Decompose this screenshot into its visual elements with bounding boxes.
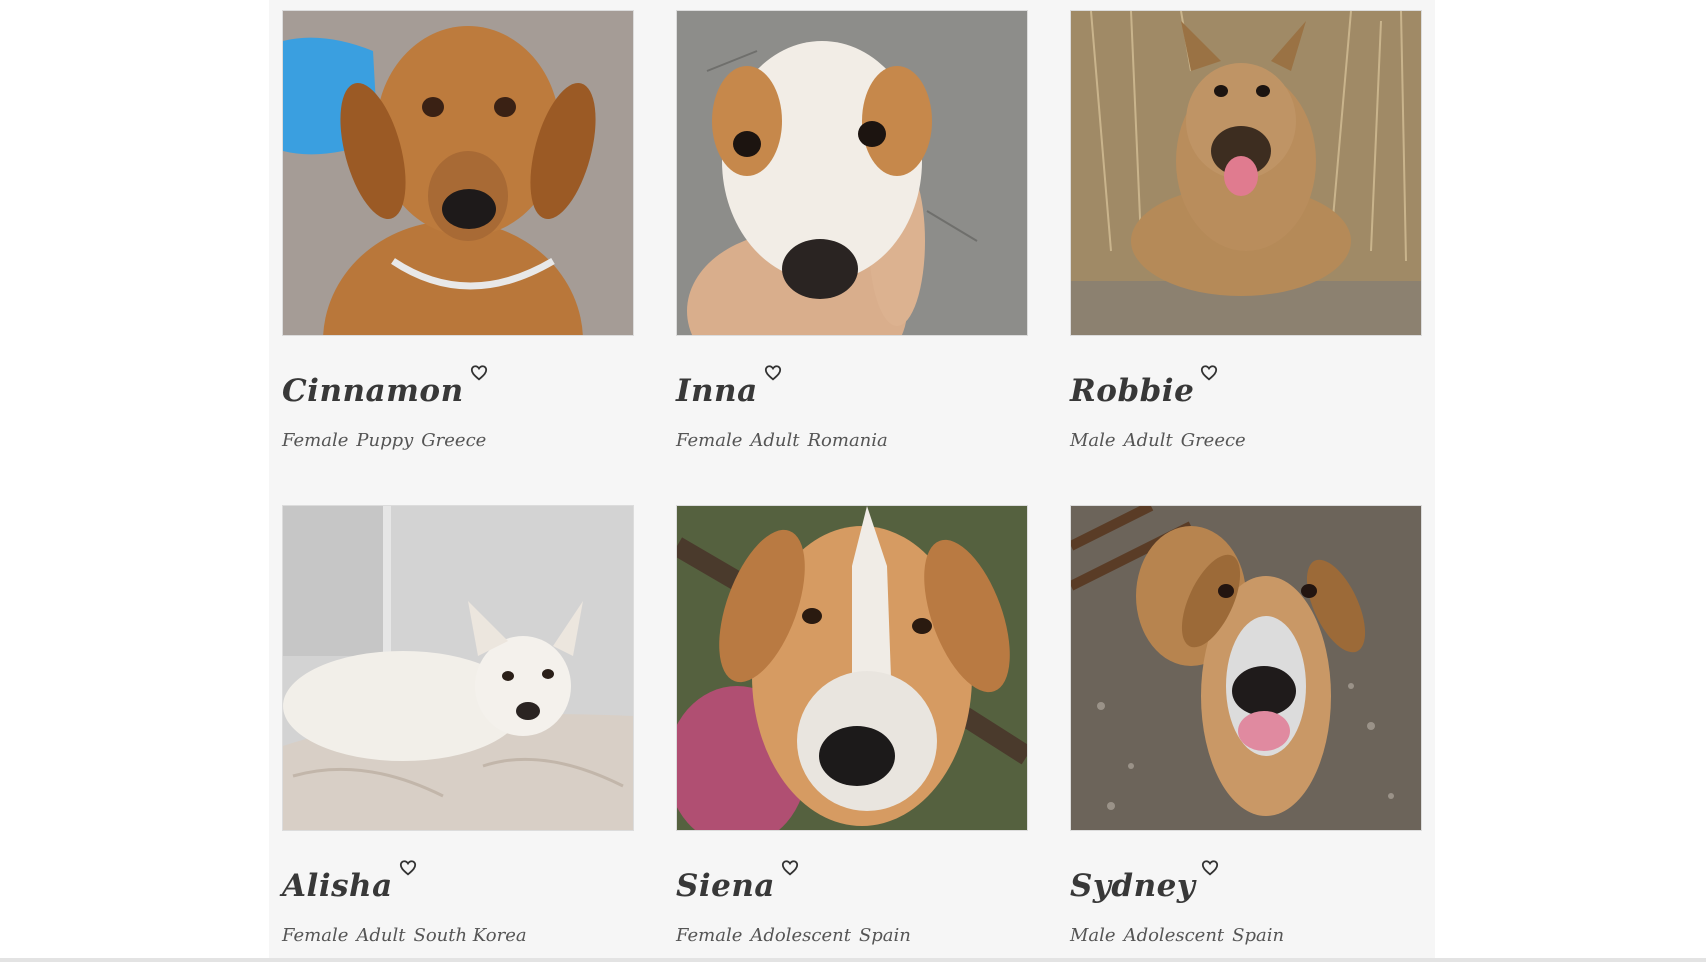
page-bottom-edge bbox=[0, 958, 1706, 962]
dog-age: Adolescent bbox=[1123, 925, 1225, 946]
dog-name-row: Cinnamon bbox=[282, 365, 634, 414]
dog-name-row: Inna bbox=[676, 365, 1028, 414]
dog-card-alisha[interactable]: Alisha Female Adult South Korea bbox=[282, 505, 634, 946]
dog-name-row: Sydney bbox=[1070, 860, 1422, 909]
dog-name[interactable]: Alisha bbox=[282, 863, 393, 909]
dog-sex: Male bbox=[1070, 430, 1116, 451]
dog-country: Spain bbox=[858, 925, 911, 946]
dog-card-siena[interactable]: Siena Female Adolescent Spain bbox=[676, 505, 1028, 946]
heart-outline-icon[interactable] bbox=[470, 364, 488, 382]
dog-card-inna[interactable]: Inna Female Adult Romania bbox=[676, 10, 1028, 451]
dog-name[interactable]: Robbie bbox=[1070, 368, 1194, 414]
dog-meta: Female Adolescent Spain bbox=[676, 925, 1028, 946]
dog-age: Adolescent bbox=[750, 925, 851, 946]
heart-outline-icon[interactable] bbox=[764, 364, 782, 382]
dog-name[interactable]: Sydney bbox=[1070, 863, 1195, 909]
dog-meta: Female Adult South Korea bbox=[282, 925, 634, 946]
dog-country: South Korea bbox=[413, 925, 527, 946]
dog-age: Adult bbox=[1123, 430, 1173, 451]
dog-name[interactable]: Siena bbox=[676, 863, 775, 909]
dog-card-cinnamon[interactable]: Cinnamon Female Puppy Greece bbox=[282, 10, 634, 451]
dog-name-row: Robbie bbox=[1070, 365, 1422, 414]
dog-age: Puppy bbox=[356, 430, 414, 451]
dog-meta: Male Adolescent Spain bbox=[1070, 925, 1422, 946]
dog-photo-siena-image bbox=[677, 506, 1027, 830]
dog-country: Spain bbox=[1232, 925, 1285, 946]
dog-photo-cinnamon-image bbox=[283, 11, 633, 335]
dog-photo-robbie[interactable] bbox=[1070, 10, 1422, 336]
dog-name-row: Siena bbox=[676, 860, 1028, 909]
dog-name[interactable]: Inna bbox=[676, 368, 758, 414]
dog-photo-inna-image bbox=[677, 11, 1027, 335]
dog-photo-cinnamon[interactable] bbox=[282, 10, 634, 336]
dog-name-row: Alisha bbox=[282, 860, 634, 909]
dog-sex: Female bbox=[282, 430, 349, 451]
dog-sex: Female bbox=[282, 925, 349, 946]
dog-photo-siena[interactable] bbox=[676, 505, 1028, 831]
dog-sex: Female bbox=[676, 430, 743, 451]
dog-grid-panel: Cinnamon Female Puppy Greece Inna Female… bbox=[269, 0, 1435, 962]
dog-country: Greece bbox=[421, 430, 487, 451]
heart-outline-icon[interactable] bbox=[1201, 859, 1219, 877]
dog-photo-inna[interactable] bbox=[676, 10, 1028, 336]
dog-card-robbie[interactable]: Robbie Male Adult Greece bbox=[1070, 10, 1422, 451]
dog-sex: Male bbox=[1070, 925, 1116, 946]
dog-age: Adult bbox=[356, 925, 406, 946]
dog-card-sydney[interactable]: Sydney Male Adolescent Spain bbox=[1070, 505, 1422, 946]
dog-photo-sydney[interactable] bbox=[1070, 505, 1422, 831]
dog-country: Romania bbox=[807, 430, 888, 451]
dog-name[interactable]: Cinnamon bbox=[282, 368, 464, 414]
dog-age: Adult bbox=[750, 430, 800, 451]
dog-photo-alisha[interactable] bbox=[282, 505, 634, 831]
dog-meta: Female Adult Romania bbox=[676, 430, 1028, 451]
dog-meta: Female Puppy Greece bbox=[282, 430, 634, 451]
dog-photo-alisha-image bbox=[283, 506, 633, 830]
heart-outline-icon[interactable] bbox=[1200, 364, 1218, 382]
page: Cinnamon Female Puppy Greece Inna Female… bbox=[0, 0, 1706, 962]
heart-outline-icon[interactable] bbox=[781, 859, 799, 877]
heart-outline-icon[interactable] bbox=[399, 859, 417, 877]
dog-country: Greece bbox=[1180, 430, 1246, 451]
dog-sex: Female bbox=[676, 925, 743, 946]
dog-photo-sydney-image bbox=[1071, 506, 1421, 830]
dog-meta: Male Adult Greece bbox=[1070, 430, 1422, 451]
dog-photo-robbie-image bbox=[1071, 11, 1421, 335]
